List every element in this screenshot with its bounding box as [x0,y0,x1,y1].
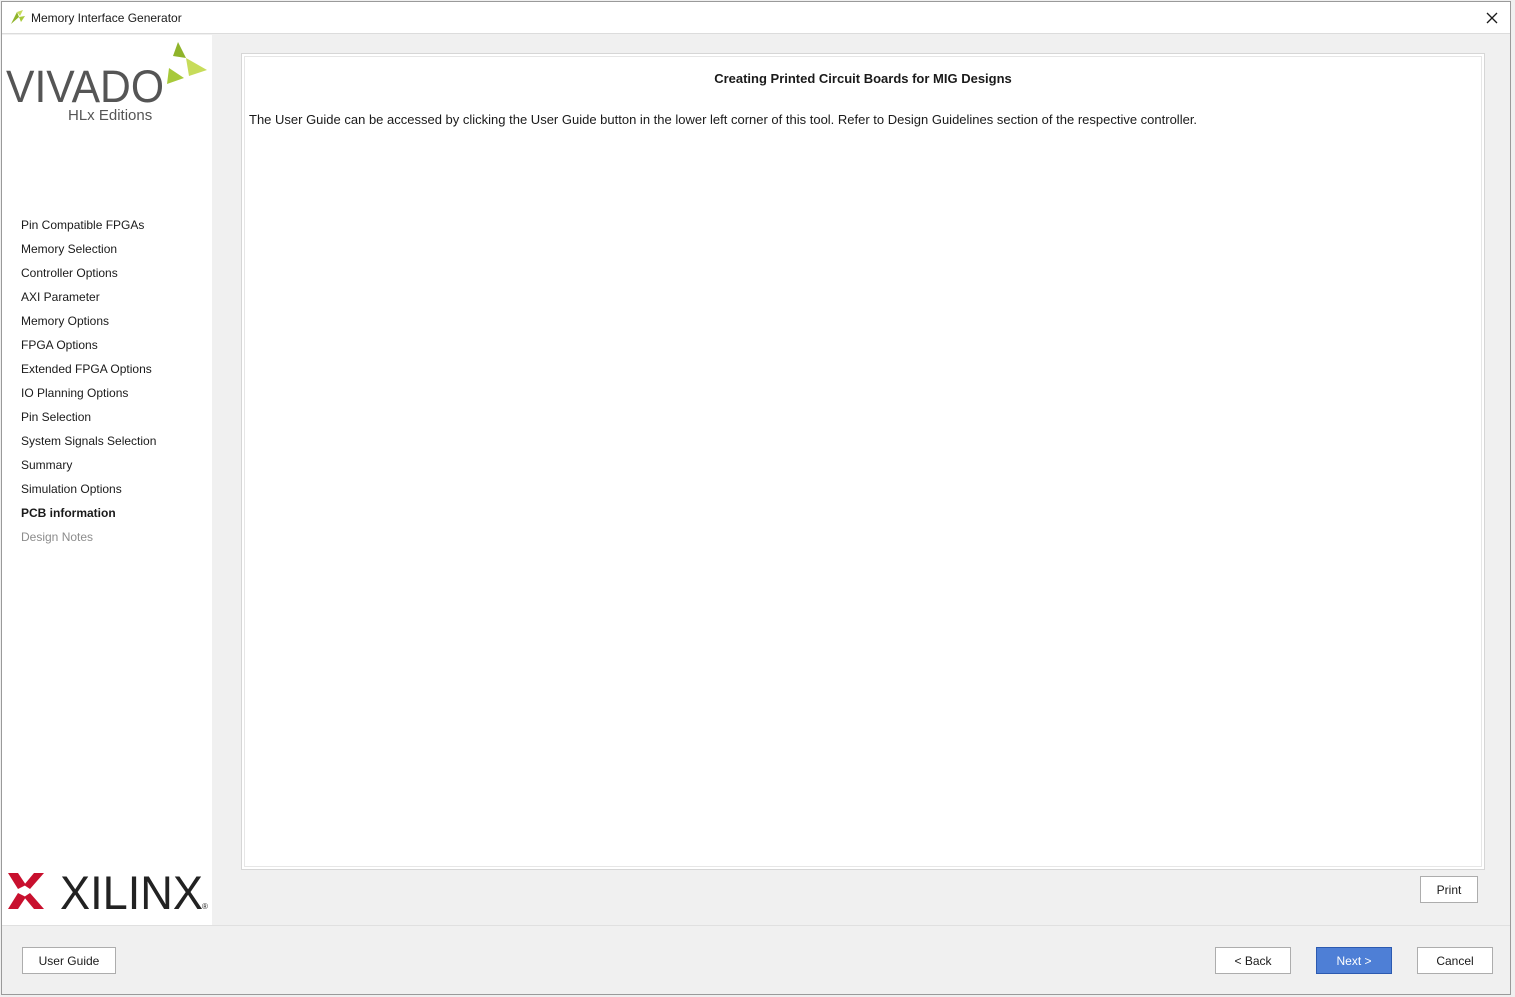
svg-text:®: ® [202,902,208,911]
close-button[interactable] [1474,2,1510,33]
panel-content: Creating Printed Circuit Boards for MIG … [244,56,1482,867]
back-button[interactable]: < Back [1215,947,1291,974]
step-design-notes: Design Notes [21,530,94,544]
close-icon [1486,12,1498,23]
step-memory-selection[interactable]: Memory Selection [21,237,156,261]
wizard-sidebar: VIVADO HLx Editions Pin Compatible FPGAs… [2,35,212,925]
next-button[interactable]: Next > [1316,947,1392,974]
step-extended-fpga-options[interactable]: Extended FPGA Options [21,357,156,381]
window-title: Memory Interface Generator [31,11,182,25]
xilinx-logo: XILINX ® [8,866,208,915]
step-pin-compatible-fpgas[interactable]: Pin Compatible FPGAs [21,213,156,237]
user-guide-button[interactable]: User Guide [22,947,116,974]
pcb-information-panel: Creating Printed Circuit Boards for MIG … [241,53,1485,870]
step-system-signals-selection[interactable]: System Signals Selection [21,429,156,453]
step-simulation-options[interactable]: Simulation Options [21,477,156,501]
step-controller-options[interactable]: Controller Options [21,261,156,285]
step-fpga-options[interactable]: FPGA Options [21,333,156,357]
mig-wizard-window: Memory Interface Generator VIVADO HLx Ed… [1,1,1511,995]
wizard-steps-list: Pin Compatible FPGAs Memory Selection Co… [21,213,156,549]
step-pcb-information[interactable]: PCB information [21,501,156,525]
title-bar: Memory Interface Generator [2,2,1510,34]
vivado-logo: VIVADO HLx Editions [6,42,207,124]
svg-text:XILINX: XILINX [60,866,203,915]
step-summary[interactable]: Summary [21,453,156,477]
footer-separator [2,925,1510,926]
info-text: The User Guide can be accessed by clicki… [249,112,1198,127]
svg-text:VIVADO: VIVADO [6,61,164,112]
page-title: Creating Printed Circuit Boards for MIG … [714,71,1012,86]
vivado-app-icon [11,10,25,24]
step-pin-selection[interactable]: Pin Selection [21,405,156,429]
print-button[interactable]: Print [1420,876,1478,903]
step-axi-parameter[interactable]: AXI Parameter [21,285,156,309]
step-memory-options[interactable]: Memory Options [21,309,156,333]
step-io-planning-options[interactable]: IO Planning Options [21,381,156,405]
svg-text:HLx Editions: HLx Editions [68,107,152,124]
cancel-button[interactable]: Cancel [1417,947,1493,974]
